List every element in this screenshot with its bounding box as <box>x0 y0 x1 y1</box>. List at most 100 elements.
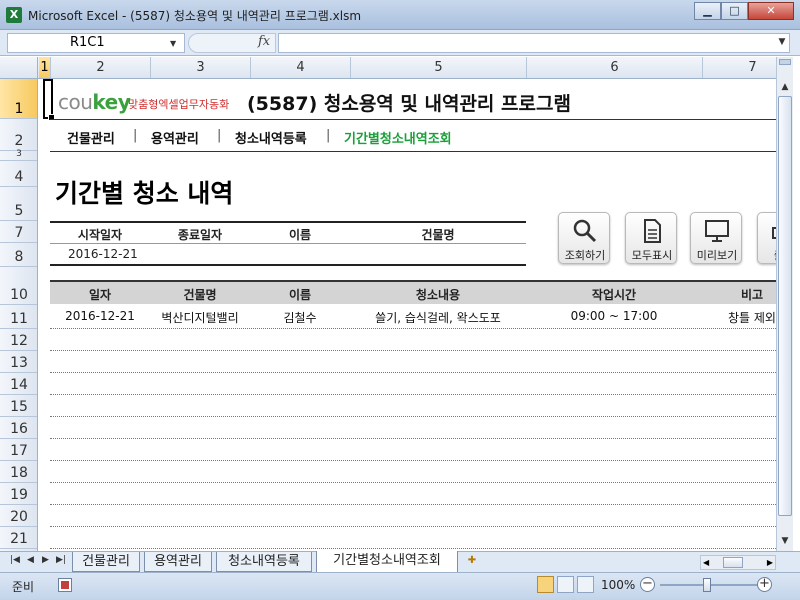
column-header[interactable]: 5 <box>351 57 527 78</box>
scroll-up-icon[interactable]: ▲ <box>777 79 793 95</box>
row-header[interactable]: 19 <box>0 483 37 505</box>
insert-function-icon[interactable]: fx <box>258 34 270 49</box>
macro-record-icon[interactable] <box>58 578 72 592</box>
show-all-button[interactable]: 모두표시 <box>625 212 677 264</box>
nav-cleaning-record-entry[interactable]: 청소내역등록 <box>235 128 307 147</box>
nav-building-management[interactable]: 건물관리 <box>67 128 115 147</box>
column-header[interactable]: 7 <box>703 57 776 78</box>
nav-service-management[interactable]: 용역관리 <box>151 128 199 147</box>
table-row-line <box>50 504 776 505</box>
next-sheet-icon[interactable]: ▶ <box>42 555 49 565</box>
search-button[interactable]: 조회하기 <box>558 212 610 264</box>
sheet-tab-service[interactable]: 용역관리 <box>144 552 212 572</box>
nav-divider <box>50 151 776 152</box>
name-box-dropdown-icon[interactable]: ▼ <box>170 39 176 48</box>
row-header[interactable]: 4 <box>0 161 37 187</box>
nav-period-cleaning-lookup[interactable]: 기간별청소내역조회 <box>344 128 452 147</box>
page-break-view-button[interactable] <box>577 576 594 593</box>
sheet-tab-period-lookup[interactable]: 기간별청소내역조회 <box>316 551 458 572</box>
scroll-left-icon[interactable]: ◀ <box>703 556 709 569</box>
insert-sheet-icon[interactable]: ✚ <box>463 555 481 569</box>
table-row-line <box>50 394 776 395</box>
table-cell-date[interactable]: 2016-12-21 <box>50 309 150 323</box>
horizontal-scroll-thumb[interactable] <box>723 557 743 568</box>
row-header[interactable]: 10 <box>0 267 37 305</box>
row-header[interactable]: 8 <box>0 243 37 267</box>
scroll-right-icon[interactable]: ▶ <box>767 556 773 569</box>
filter-header-building: 건물명 <box>421 228 455 242</box>
sheet-tab-bar: |◀ ◀ ▶ ▶| 건물관리 용역관리 청소내역등록 기간별청소내역조회 ✚ ◀… <box>0 551 800 572</box>
nav-separator: | <box>217 128 222 143</box>
horizontal-scrollbar[interactable]: ◀ ▶ <box>700 555 776 570</box>
row-header[interactable]: 13 <box>0 351 37 373</box>
table-cell-note[interactable]: 창틀 제외 <box>702 309 776 326</box>
table-cell-name[interactable]: 김철수 <box>250 309 350 326</box>
status-bar: 준비 100% − + <box>0 572 800 600</box>
results-table-header: 일자 건물명 이름 청소내용 작업시간 비고 <box>50 280 776 304</box>
zoom-slider-thumb[interactable] <box>703 578 711 592</box>
worksheet[interactable]: coukey 맞춤형엑셀업무자동화 (5587) 청소용역 및 내역관리 프로그… <box>39 79 776 551</box>
expand-formula-bar-icon[interactable]: ▼ <box>775 33 789 53</box>
row-header[interactable]: 1 <box>0 79 37 119</box>
page-layout-view-button[interactable] <box>557 576 574 593</box>
minimize-button[interactable]: ▁ <box>694 2 721 20</box>
row-header[interactable]: 3 <box>0 149 37 161</box>
normal-view-button[interactable] <box>537 576 554 593</box>
row-header[interactable]: 15 <box>0 395 37 417</box>
row-headers: 1 2 3 4 5 7 8 10 11 12 13 14 15 16 17 18… <box>0 79 38 551</box>
column-header[interactable]: 6 <box>527 57 703 78</box>
maximize-button[interactable]: □ <box>721 2 748 20</box>
zoom-level[interactable]: 100% <box>601 578 635 592</box>
zoom-in-button[interactable]: + <box>757 577 772 592</box>
logo-text-cou: cou <box>58 90 93 114</box>
first-sheet-icon[interactable]: |◀ <box>10 555 20 565</box>
table-row-line <box>50 416 776 417</box>
name-field[interactable] <box>250 247 350 263</box>
row-header[interactable]: 5 <box>0 187 37 221</box>
print-button[interactable]: 출력 <box>757 212 776 264</box>
selected-cell[interactable] <box>43 79 55 121</box>
row-header[interactable]: 2 <box>0 119 37 151</box>
column-header[interactable]: 1 <box>39 57 51 78</box>
close-button[interactable]: ✕ <box>748 2 794 20</box>
scroll-down-icon[interactable]: ▼ <box>777 533 793 549</box>
preview-button[interactable]: 미리보기 <box>690 212 742 264</box>
formula-input[interactable] <box>278 33 790 53</box>
preview-button-label: 미리보기 <box>696 249 738 262</box>
row-header[interactable]: 14 <box>0 373 37 395</box>
row-header[interactable]: 16 <box>0 417 37 439</box>
excel-app-icon[interactable]: X <box>6 7 22 23</box>
split-handle[interactable] <box>779 59 791 65</box>
logo-text-key: key <box>92 90 131 114</box>
row-header[interactable]: 17 <box>0 439 37 461</box>
column-header[interactable]: 2 <box>51 57 151 78</box>
column-header[interactable]: 4 <box>251 57 351 78</box>
building-field[interactable] <box>350 247 526 263</box>
table-cell-building[interactable]: 벽산디지털밸리 <box>150 309 250 326</box>
name-box[interactable]: R1C1 <box>7 33 185 53</box>
last-sheet-icon[interactable]: ▶| <box>56 555 66 565</box>
vertical-scroll-thumb[interactable] <box>778 96 792 516</box>
table-row-line <box>50 438 776 439</box>
sheet-tab-record-entry[interactable]: 청소내역등록 <box>216 552 312 572</box>
start-date-field[interactable]: 2016-12-21 <box>68 247 138 261</box>
table-row-line <box>50 482 776 483</box>
row-header[interactable]: 11 <box>0 305 37 329</box>
sheet-tab-building[interactable]: 건물관리 <box>72 552 140 572</box>
row-header[interactable]: 21 <box>0 527 37 549</box>
filter-table-border <box>50 221 526 223</box>
end-date-field[interactable] <box>150 247 250 263</box>
prev-sheet-icon[interactable]: ◀ <box>27 555 34 565</box>
table-cell-content[interactable]: 쓸기, 습식걸레, 왁스도포 <box>350 309 526 326</box>
row-header[interactable]: 7 <box>0 221 37 243</box>
row-header[interactable]: 20 <box>0 505 37 527</box>
formula-bar: R1C1 ▼ ▼ <box>0 30 800 56</box>
vertical-scrollbar[interactable]: ▲ ▼ <box>776 57 793 551</box>
column-header[interactable]: 3 <box>151 57 251 78</box>
select-all-corner[interactable] <box>0 57 38 78</box>
table-cell-work-time[interactable]: 09:00 ~ 17:00 <box>526 309 702 323</box>
row-header[interactable]: 12 <box>0 329 37 351</box>
monitor-icon <box>705 220 729 242</box>
zoom-out-button[interactable]: − <box>640 577 655 592</box>
row-header[interactable]: 18 <box>0 461 37 483</box>
